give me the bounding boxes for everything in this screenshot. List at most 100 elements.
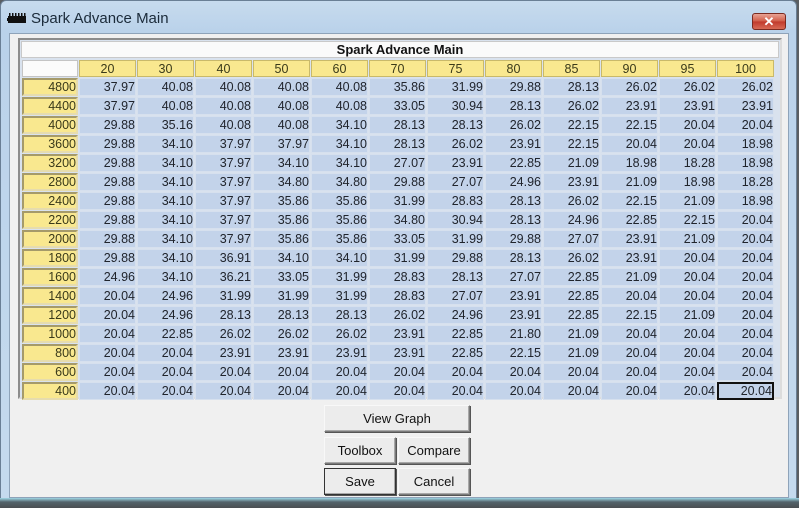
row-header[interactable]: 2200: [22, 211, 78, 229]
table-cell[interactable]: 20.04: [601, 325, 658, 343]
table-cell[interactable]: 28.13: [427, 116, 484, 134]
table-cell[interactable]: 22.85: [601, 211, 658, 229]
table-cell[interactable]: 29.88: [79, 230, 136, 248]
table-cell[interactable]: 37.97: [195, 230, 252, 248]
table-cell[interactable]: 31.99: [311, 268, 368, 286]
table-cell[interactable]: 40.08: [311, 97, 368, 115]
table-cell[interactable]: 23.91: [369, 325, 426, 343]
table-cell[interactable]: 28.13: [485, 211, 542, 229]
table-cell[interactable]: 23.91: [485, 135, 542, 153]
save-button[interactable]: Save: [324, 468, 396, 495]
table-cell[interactable]: 27.07: [427, 287, 484, 305]
table-cell[interactable]: 23.91: [427, 154, 484, 172]
table-cell[interactable]: 20.04: [717, 249, 774, 267]
table-cell[interactable]: 30.94: [427, 211, 484, 229]
column-header[interactable]: 85: [543, 60, 600, 77]
row-header[interactable]: 1000: [22, 325, 78, 343]
table-cell[interactable]: 20.04: [717, 344, 774, 362]
table-cell[interactable]: 31.99: [369, 192, 426, 210]
table-cell[interactable]: 36.21: [195, 268, 252, 286]
table-cell[interactable]: 20.04: [485, 363, 542, 381]
row-header[interactable]: 2400: [22, 192, 78, 210]
table-cell[interactable]: 37.97: [195, 173, 252, 191]
table-cell[interactable]: 34.10: [311, 135, 368, 153]
table-cell[interactable]: 29.88: [427, 249, 484, 267]
row-header[interactable]: 2000: [22, 230, 78, 248]
table-cell[interactable]: 37.97: [79, 97, 136, 115]
table-cell[interactable]: 40.08: [253, 116, 310, 134]
row-header[interactable]: 800: [22, 344, 78, 362]
table-cell[interactable]: 33.05: [369, 97, 426, 115]
cancel-button[interactable]: Cancel: [398, 468, 470, 495]
table-cell[interactable]: 20.04: [195, 382, 252, 400]
row-header[interactable]: 4400: [22, 97, 78, 115]
row-header[interactable]: 3200: [22, 154, 78, 172]
table-cell[interactable]: 29.88: [79, 154, 136, 172]
table-cell[interactable]: 34.80: [369, 211, 426, 229]
table-cell[interactable]: 22.15: [543, 116, 600, 134]
column-header[interactable]: 95: [659, 60, 716, 77]
table-cell[interactable]: 20.04: [659, 382, 716, 400]
table-cell[interactable]: 28.83: [369, 268, 426, 286]
table-cell[interactable]: 40.08: [195, 78, 252, 96]
table-cell[interactable]: 20.04: [79, 363, 136, 381]
table-cell[interactable]: 34.80: [311, 173, 368, 191]
table-cell[interactable]: 20.04: [253, 363, 310, 381]
table-cell[interactable]: 20.04: [79, 287, 136, 305]
table-cell[interactable]: 20.04: [79, 325, 136, 343]
table-cell[interactable]: 24.96: [79, 268, 136, 286]
table-cell[interactable]: 21.09: [601, 268, 658, 286]
table-cell[interactable]: 20.04: [543, 382, 600, 400]
table-cell[interactable]: 22.85: [485, 154, 542, 172]
column-header[interactable]: 80: [485, 60, 542, 77]
table-cell[interactable]: 23.91: [717, 97, 774, 115]
table-cell[interactable]: 35.86: [311, 211, 368, 229]
table-cell[interactable]: 22.15: [543, 135, 600, 153]
table-cell[interactable]: 34.10: [311, 154, 368, 172]
table-cell[interactable]: 23.91: [601, 249, 658, 267]
column-header[interactable]: 50: [253, 60, 310, 77]
column-header[interactable]: 60: [311, 60, 368, 77]
table-cell[interactable]: 27.07: [427, 173, 484, 191]
table-cell[interactable]: 18.98: [717, 192, 774, 210]
table-cell[interactable]: 18.98: [717, 135, 774, 153]
table-cell[interactable]: 21.80: [485, 325, 542, 343]
table-cell[interactable]: 34.80: [253, 173, 310, 191]
table-cell[interactable]: 28.13: [543, 78, 600, 96]
table-cell[interactable]: 29.88: [79, 192, 136, 210]
table-cell[interactable]: 28.13: [253, 306, 310, 324]
table-cell[interactable]: 20.04: [659, 268, 716, 286]
table-cell[interactable]: 23.91: [195, 344, 252, 362]
row-header[interactable]: 600: [22, 363, 78, 381]
table-cell[interactable]: 20.04: [601, 135, 658, 153]
table-cell[interactable]: 34.10: [137, 135, 194, 153]
table-cell[interactable]: 34.10: [137, 154, 194, 172]
row-header[interactable]: 1800: [22, 249, 78, 267]
table-cell[interactable]: 34.10: [311, 249, 368, 267]
table-cell[interactable]: 29.88: [485, 230, 542, 248]
table-cell[interactable]: 40.08: [137, 78, 194, 96]
table-cell[interactable]: 27.07: [485, 268, 542, 286]
table-cell[interactable]: 31.99: [195, 287, 252, 305]
table-cell[interactable]: 20.04: [137, 363, 194, 381]
table-cell[interactable]: 22.85: [543, 268, 600, 286]
table-cell[interactable]: 20.04: [427, 363, 484, 381]
title-bar[interactable]: Spark Advance Main ✕: [1, 1, 796, 35]
table-cell[interactable]: 20.04: [659, 249, 716, 267]
table-cell[interactable]: 20.04: [659, 344, 716, 362]
table-cell[interactable]: 26.02: [543, 97, 600, 115]
table-cell[interactable]: 26.02: [427, 135, 484, 153]
table-cell[interactable]: 40.08: [311, 78, 368, 96]
table-cell[interactable]: 26.02: [659, 78, 716, 96]
table-cell[interactable]: 24.96: [137, 287, 194, 305]
table-cell[interactable]: 28.13: [195, 306, 252, 324]
table-cell[interactable]: 22.15: [659, 211, 716, 229]
column-header[interactable]: 70: [369, 60, 426, 77]
table-cell[interactable]: 20.04: [601, 287, 658, 305]
table-cell[interactable]: 28.83: [427, 192, 484, 210]
table-cell[interactable]: 28.13: [485, 97, 542, 115]
table-cell[interactable]: 34.10: [137, 249, 194, 267]
table-cell[interactable]: 26.02: [195, 325, 252, 343]
table-cell[interactable]: 36.91: [195, 249, 252, 267]
table-cell[interactable]: 23.91: [485, 306, 542, 324]
